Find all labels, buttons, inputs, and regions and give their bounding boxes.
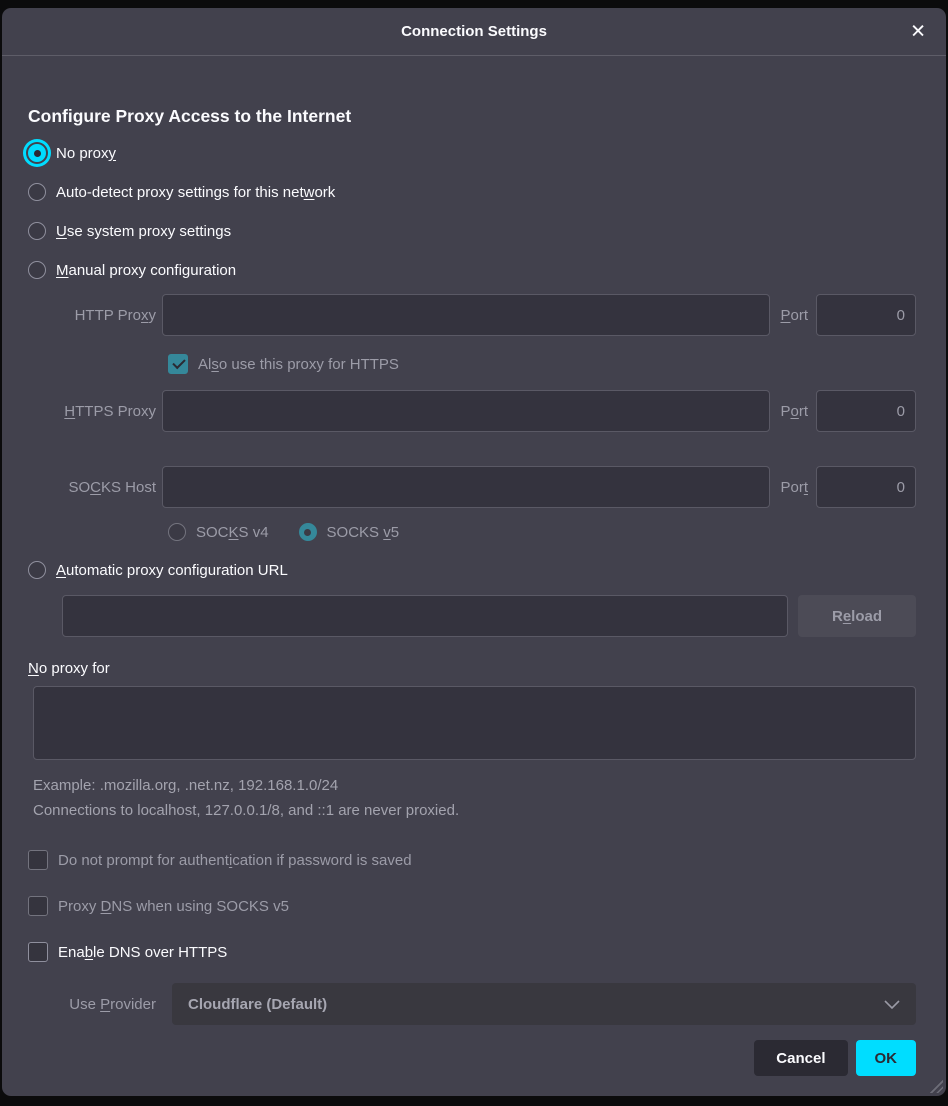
page-title: Configure Proxy Access to the Internet <box>28 106 920 127</box>
http-proxy-input[interactable] <box>162 294 770 336</box>
resize-grip[interactable] <box>928 1078 943 1093</box>
doh-provider-dropdown[interactable]: Cloudflare (Default) <box>172 983 916 1025</box>
radio-no-proxy-label: No proxy <box>56 145 116 162</box>
socks-port-input[interactable] <box>816 466 916 508</box>
checkbox-icon[interactable] <box>28 896 48 916</box>
radio-use-system-proxy-label: Use system proxy settings <box>56 223 231 240</box>
socks-host-label: SOCKS Host <box>28 479 162 496</box>
http-proxy-row: HTTP Proxy Port <box>28 294 916 336</box>
https-port-input[interactable] <box>816 390 916 432</box>
http-port-input[interactable] <box>816 294 916 336</box>
socks-port-label: Port <box>780 479 808 496</box>
dialog-title: Connection Settings <box>401 23 547 40</box>
checkbox-checked-icon[interactable] <box>168 354 188 374</box>
http-port-label: Port <box>780 307 808 324</box>
checkbox-icon[interactable] <box>28 850 48 870</box>
no-proxy-example-hint: Example: .mozilla.org, .net.nz, 192.168.… <box>33 777 916 795</box>
radio-selected-icon[interactable] <box>28 144 46 162</box>
localhost-never-proxied-hint: Connections to localhost, 127.0.0.1/8, a… <box>33 802 916 820</box>
no-proxy-for-label: No proxy for <box>28 660 920 680</box>
radio-use-system-proxy[interactable]: Use system proxy settings <box>28 216 920 246</box>
socks-host-row: SOCKS Host Port <box>28 466 916 508</box>
close-icon[interactable]: ✕ <box>906 18 930 45</box>
radio-automatic-proxy-url-label: Automatic proxy configuration URL <box>56 562 288 579</box>
checkbox-icon[interactable] <box>28 942 48 962</box>
radio-icon[interactable] <box>28 222 46 240</box>
no-proxy-for-textarea[interactable] <box>33 686 916 760</box>
checkbox-enable-doh[interactable]: Enable DNS over HTTPS <box>28 941 920 963</box>
also-use-for-https-label: Also use this proxy for HTTPS <box>198 356 399 373</box>
checkbox-enable-doh-label: Enable DNS over HTTPS <box>58 944 227 961</box>
radio-socks-v5[interactable] <box>299 523 317 541</box>
dialog-button-row: Cancel OK <box>32 1040 916 1076</box>
radio-manual-proxy[interactable]: Manual proxy configuration <box>28 255 920 285</box>
https-port-label: Port <box>780 403 808 420</box>
automatic-proxy-url-input[interactable] <box>62 595 788 637</box>
socks-host-input[interactable] <box>162 466 770 508</box>
https-proxy-row: HTTPS Proxy Port <box>28 390 916 432</box>
http-proxy-label: HTTP Proxy <box>28 307 162 324</box>
cancel-button[interactable]: Cancel <box>754 1040 847 1076</box>
ok-button[interactable]: OK <box>856 1040 917 1076</box>
radio-auto-detect-label: Auto-detect proxy settings for this netw… <box>56 184 335 201</box>
radio-manual-proxy-label: Manual proxy configuration <box>56 262 236 279</box>
radio-socks-v4-label: SOCKS v4 <box>196 524 269 541</box>
automatic-proxy-url-row: Reload <box>62 595 916 637</box>
radio-no-proxy[interactable]: No proxy <box>28 138 920 168</box>
use-provider-label: Use Provider <box>28 996 162 1013</box>
checkbox-no-prompt-auth[interactable]: Do not prompt for authentication if pass… <box>28 849 920 871</box>
checkbox-proxy-dns-socks5[interactable]: Proxy DNS when using SOCKS v5 <box>28 895 920 917</box>
also-use-for-https-checkbox[interactable]: Also use this proxy for HTTPS <box>168 353 916 375</box>
radio-icon[interactable] <box>28 561 46 579</box>
radio-automatic-proxy-url[interactable]: Automatic proxy configuration URL <box>28 555 920 585</box>
dialog-title-bar: Connection Settings ✕ <box>2 8 946 56</box>
chevron-down-icon <box>884 1000 900 1009</box>
doh-provider-row: Use Provider Cloudflare (Default) <box>28 983 916 1025</box>
checkbox-proxy-dns-socks5-label: Proxy DNS when using SOCKS v5 <box>58 898 289 915</box>
radio-socks-v4[interactable] <box>168 523 186 541</box>
socks-version-group: SOCKS v4 SOCKS v5 <box>168 521 916 543</box>
radio-icon[interactable] <box>28 183 46 201</box>
radio-auto-detect[interactable]: Auto-detect proxy settings for this netw… <box>28 177 920 207</box>
checkbox-no-prompt-auth-label: Do not prompt for authentication if pass… <box>58 852 412 869</box>
reload-button[interactable]: Reload <box>798 595 916 637</box>
doh-provider-selected-value: Cloudflare (Default) <box>188 996 884 1013</box>
https-proxy-label: HTTPS Proxy <box>28 403 162 420</box>
connection-settings-dialog: Connection Settings ✕ Configure Proxy Ac… <box>2 8 946 1096</box>
https-proxy-input[interactable] <box>162 390 770 432</box>
radio-icon[interactable] <box>28 261 46 279</box>
radio-socks-v5-label: SOCKS v5 <box>327 524 400 541</box>
